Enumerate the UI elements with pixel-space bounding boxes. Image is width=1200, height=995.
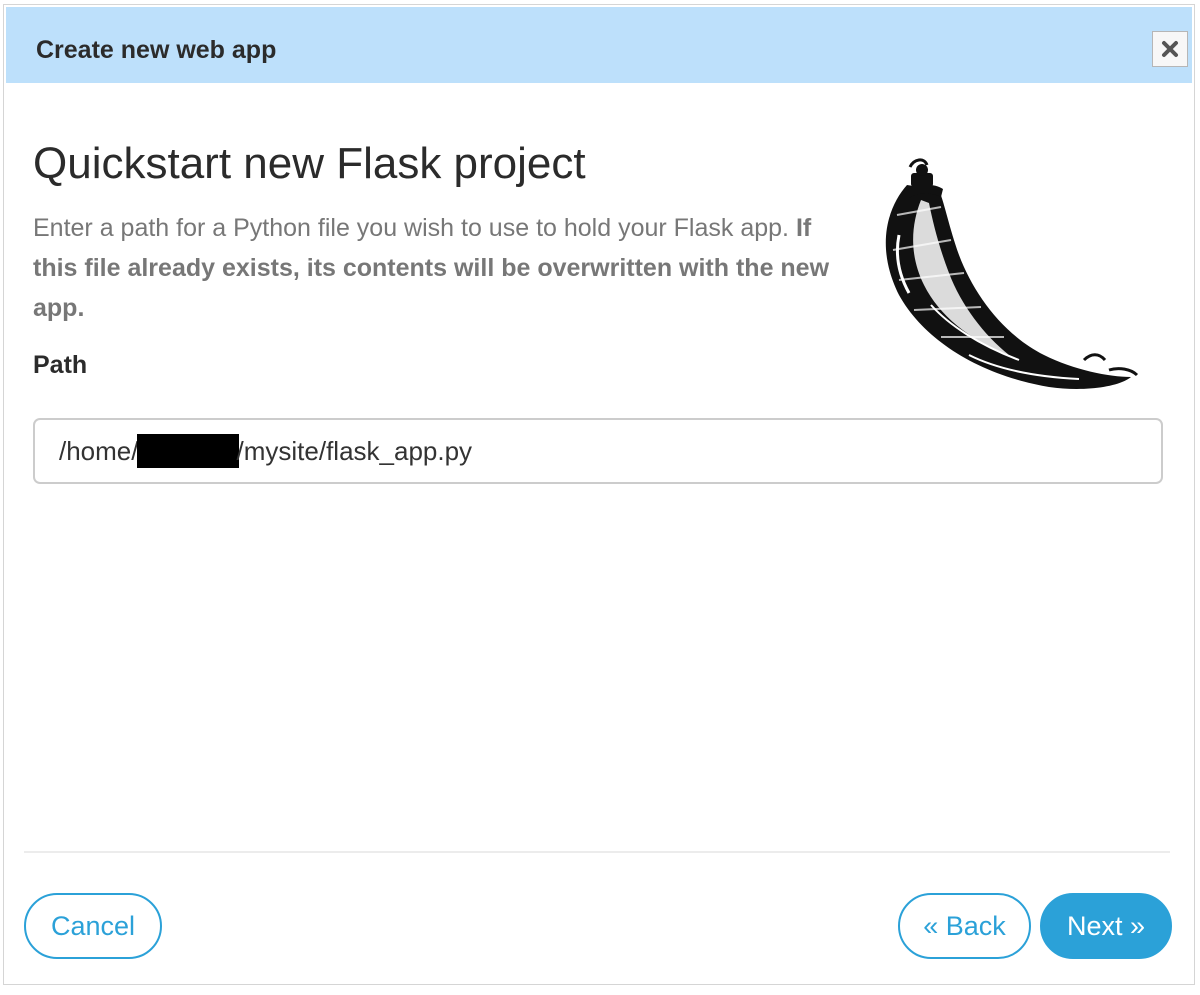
back-button[interactable]: « Back xyxy=(898,893,1031,959)
cancel-button[interactable]: Cancel xyxy=(24,893,162,959)
footer-divider xyxy=(24,851,1170,853)
close-button[interactable] xyxy=(1152,31,1188,67)
create-web-app-dialog: Create new web app Quickstart new Flask … xyxy=(3,4,1195,985)
next-button[interactable]: Next » xyxy=(1040,893,1172,959)
path-value-prefix: /home/ xyxy=(59,435,139,466)
path-value-suffix: /mysite/flask_app.py xyxy=(236,435,473,466)
page-title: Quickstart new Flask project xyxy=(33,139,586,188)
flask-horn-logo xyxy=(885,158,1139,389)
path-input[interactable]: /home/ /mysite/flask_app.py xyxy=(33,418,1163,484)
dialog-title: Create new web app xyxy=(36,36,277,64)
redacted-username xyxy=(136,434,239,468)
path-label: Path xyxy=(33,351,88,379)
description: Enter a path for a Python file you wish … xyxy=(33,208,833,328)
description-text: Enter a path for a Python file you wish … xyxy=(33,214,796,242)
close-icon xyxy=(1161,40,1179,58)
dialog-header: Create new web app xyxy=(6,7,1192,83)
